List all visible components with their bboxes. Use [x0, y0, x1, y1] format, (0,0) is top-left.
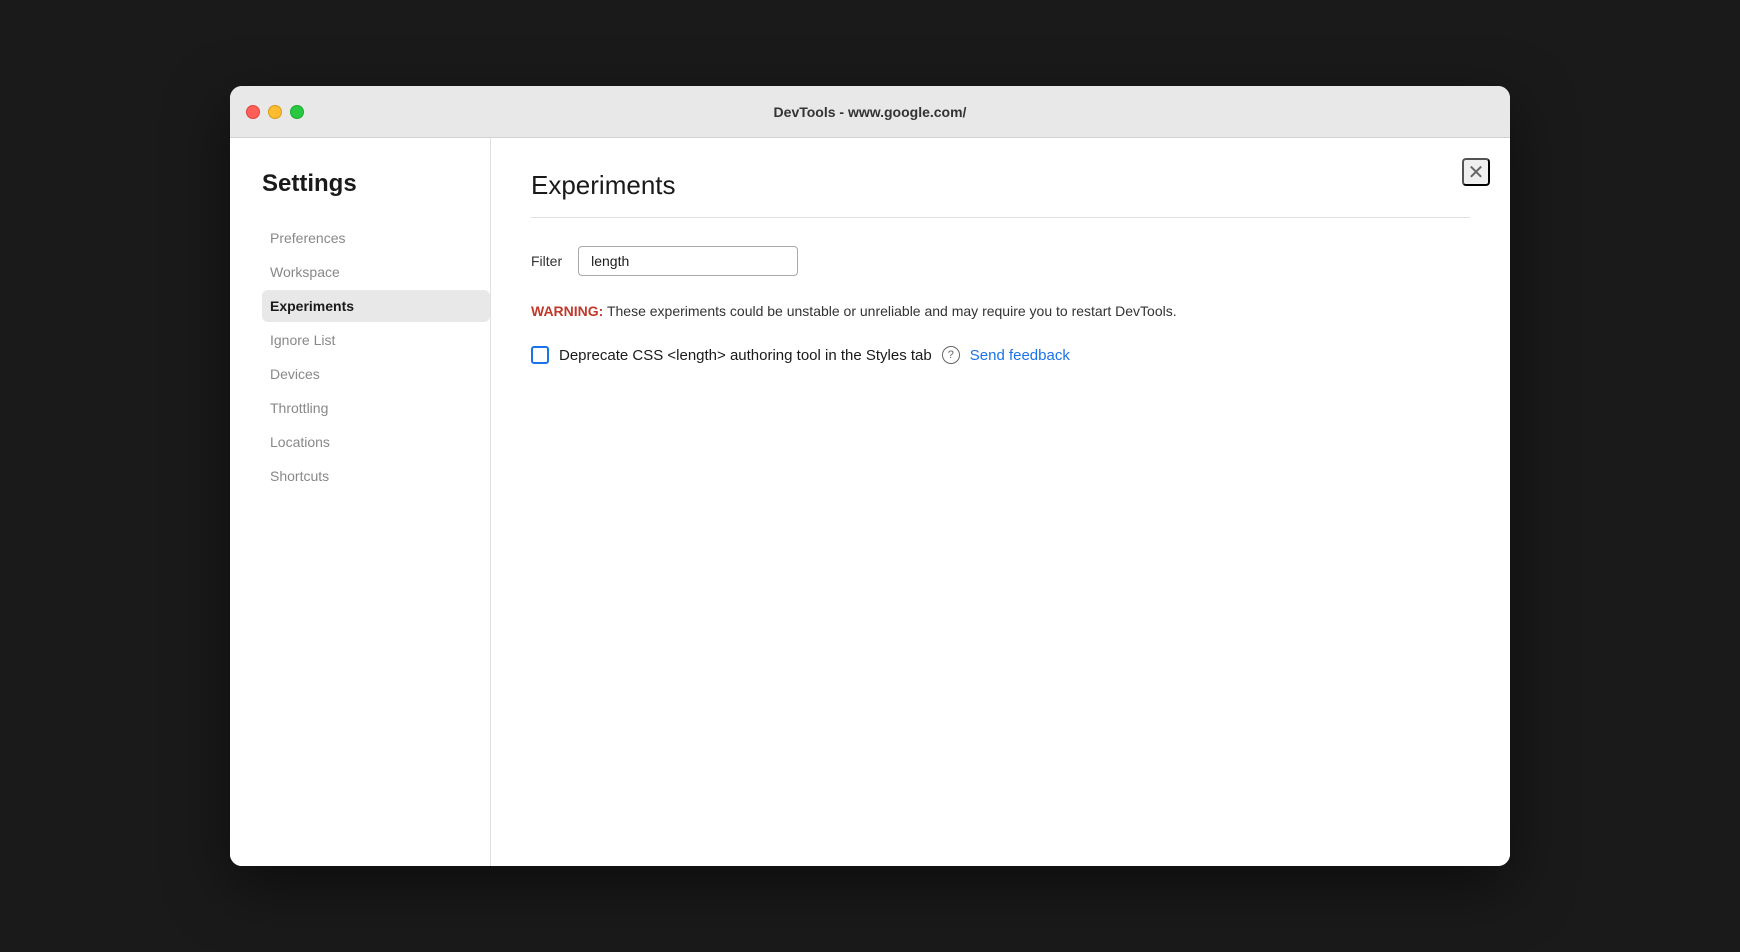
settings-heading: Settings	[262, 170, 490, 198]
devtools-window: DevTools - www.google.com/ Settings Pref…	[230, 86, 1510, 866]
page-title: Experiments	[531, 170, 1470, 201]
experiment-row: Deprecate CSS <length> authoring tool in…	[531, 346, 1470, 364]
experiment-label: Deprecate CSS <length> authoring tool in…	[559, 347, 932, 364]
sidebar-item-devices[interactable]: Devices	[262, 358, 490, 390]
traffic-lights	[246, 105, 304, 119]
help-icon[interactable]: ?	[942, 346, 960, 364]
warning-message: These experiments could be unstable or u…	[603, 303, 1176, 319]
sidebar-item-experiments[interactable]: Experiments	[262, 290, 490, 322]
window-title: DevTools - www.google.com/	[774, 104, 967, 120]
minimize-button[interactable]	[268, 105, 282, 119]
sidebar: Settings Preferences Workspace Experimen…	[230, 138, 490, 866]
sidebar-item-shortcuts[interactable]: Shortcuts	[262, 460, 490, 492]
filter-row: Filter	[531, 246, 1470, 276]
main-panel: ✕ Experiments Filter WARNING: These expe…	[490, 138, 1510, 866]
sidebar-item-throttling[interactable]: Throttling	[262, 392, 490, 424]
close-button[interactable]	[246, 105, 260, 119]
sidebar-item-ignore-list[interactable]: Ignore List	[262, 324, 490, 356]
sidebar-item-locations[interactable]: Locations	[262, 426, 490, 458]
title-divider	[531, 217, 1470, 218]
warning-label: WARNING:	[531, 303, 603, 319]
deprecate-css-length-checkbox[interactable]	[531, 346, 549, 364]
send-feedback-link[interactable]: Send feedback	[970, 347, 1070, 364]
warning-text: WARNING: These experiments could be unst…	[531, 300, 1470, 322]
filter-input[interactable]	[578, 246, 798, 276]
content-area: Settings Preferences Workspace Experimen…	[230, 138, 1510, 866]
sidebar-nav: Preferences Workspace Experiments Ignore…	[262, 222, 490, 492]
maximize-button[interactable]	[290, 105, 304, 119]
sidebar-item-preferences[interactable]: Preferences	[262, 222, 490, 254]
close-settings-button[interactable]: ✕	[1462, 158, 1490, 186]
titlebar: DevTools - www.google.com/	[230, 86, 1510, 138]
sidebar-item-workspace[interactable]: Workspace	[262, 256, 490, 288]
filter-label: Filter	[531, 253, 562, 269]
